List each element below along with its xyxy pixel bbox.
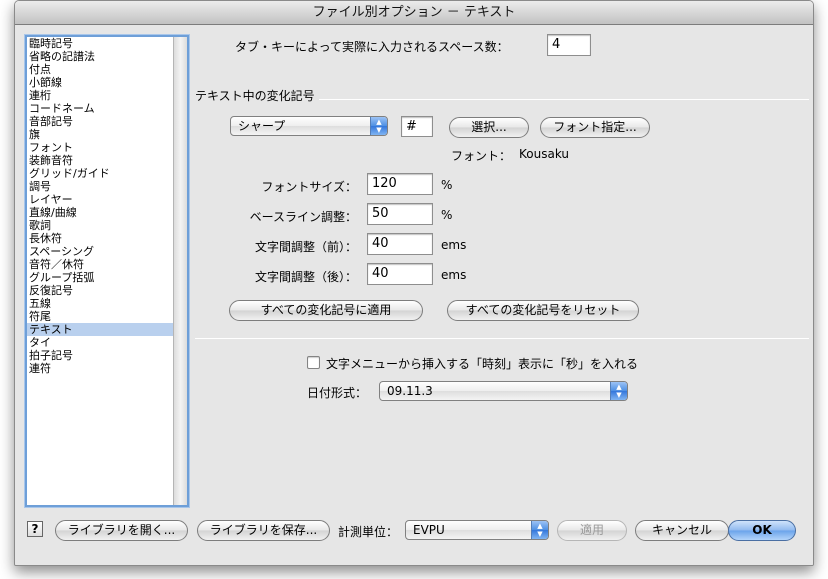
category-item[interactable]: スペーシング [27, 245, 173, 258]
help-button[interactable]: ? [27, 521, 43, 537]
cancel-button[interactable]: キャンセル [635, 520, 729, 541]
include-seconds-checkbox[interactable] [307, 356, 320, 369]
font-label: フォント： [451, 149, 512, 163]
category-list-items: 臨時記号 省略の記譜法 付点 小節線 連桁 コードネーム 音部記号旗フォント 装飾音符 グリッド… [27, 37, 173, 505]
dialog-content: 臨時記号 省略の記譜法 付点 小節線 連桁 コードネーム 音部記号旗フォント 装飾音符 グリッド… [15, 25, 813, 565]
chevron-updown-icon: ▲ ▼ [370, 117, 387, 135]
date-format-label: 日付形式： [307, 386, 368, 400]
units-value: EVPU [413, 523, 445, 537]
font-settings-button[interactable]: フォント指定... [540, 117, 650, 138]
category-item[interactable]: タイ [27, 336, 173, 349]
units-label: 計測単位： [338, 525, 399, 539]
baseline-unit: % [441, 208, 453, 222]
select-symbol-button[interactable]: 選択... [449, 117, 529, 138]
category-item[interactable]: 旗 [27, 128, 173, 141]
kern-after-input[interactable]: 40 [367, 263, 433, 285]
category-item[interactable]: 拍子記号 [27, 349, 173, 362]
accidental-type-value: シャープ [238, 119, 286, 133]
baseline-label: ベースライン調整： [249, 210, 357, 224]
accidental-type-select[interactable]: シャープ ▲ ▼ [230, 116, 388, 136]
category-item[interactable]: 五線 [27, 297, 173, 310]
category-item[interactable]: 省略の記譜法 [27, 50, 173, 63]
reset-all-accidentals-button[interactable]: すべての変化記号をリセット [447, 300, 639, 321]
category-item[interactable]: 連桁 [27, 89, 173, 102]
include-seconds-label: 文字メニューから挿入する「時刻」表示に「秒」を入れる [326, 357, 639, 371]
apply-button[interactable]: 適用 [557, 520, 627, 541]
category-item[interactable]: フォント [27, 141, 173, 154]
font-size-label: フォントサイズ： [261, 180, 357, 194]
font-size-input[interactable]: 120 [367, 173, 433, 195]
category-item[interactable]: 反復記号 [27, 284, 173, 297]
category-list[interactable]: 臨時記号 省略の記譜法 付点 小節線 連桁 コードネーム 音部記号旗フォント 装飾音符 グリッド… [25, 35, 189, 507]
category-item[interactable]: 調号 [27, 180, 173, 193]
category-item[interactable]: グループ括弧 [27, 271, 173, 284]
tab-spaces-label: タブ・キーによって実際に入力されるスペース数： [235, 40, 509, 54]
window-title: ファイル別オプション － テキスト [15, 1, 813, 25]
ok-button[interactable]: OK [728, 520, 796, 541]
category-item[interactable]: 音符／休符 [27, 258, 173, 271]
chevron-updown-icon: ▲ ▼ [531, 521, 548, 539]
baseline-input[interactable]: 50 [367, 203, 433, 225]
category-list-scrollbar[interactable] [173, 37, 187, 505]
kern-before-label: 文字間調整（前）： [254, 240, 357, 254]
category-item[interactable]: テキスト [27, 323, 173, 336]
tab-spaces-input[interactable]: 4 [547, 34, 591, 56]
category-item[interactable]: 連符 [27, 362, 173, 375]
category-item[interactable]: コードネーム [27, 102, 173, 115]
accidental-symbol-input[interactable]: # [401, 116, 433, 137]
category-item[interactable]: 付点 [27, 63, 173, 76]
font-name: Kousaku [519, 147, 570, 161]
category-item[interactable]: レイヤー [27, 193, 173, 206]
kern-before-input[interactable]: 40 [367, 233, 433, 255]
date-format-value: 09.11.3 [387, 384, 433, 398]
open-library-button[interactable]: ライブラリを開く... [55, 520, 188, 541]
kern-before-unit: ems [441, 238, 467, 252]
kern-after-unit: ems [441, 268, 467, 282]
kern-after-label: 文字間調整（後）： [254, 270, 357, 284]
category-item[interactable]: 音部記号 [27, 115, 173, 128]
font-size-unit: % [441, 178, 453, 192]
category-item[interactable]: 符尾 [27, 310, 173, 323]
apply-all-accidentals-button[interactable]: すべての変化記号に適用 [229, 300, 423, 321]
category-item[interactable]: 臨時記号 [27, 37, 173, 50]
chevron-updown-icon: ▲ ▼ [610, 382, 627, 400]
date-format-select[interactable]: 09.11.3 ▲ ▼ [379, 381, 628, 401]
units-select[interactable]: EVPU ▲ ▼ [405, 520, 549, 540]
category-item[interactable]: 装飾音符 [27, 154, 173, 167]
save-library-button[interactable]: ライブラリを保存... [197, 520, 330, 541]
category-item[interactable]: 歌詞 [27, 219, 173, 232]
category-item[interactable]: 直線/曲線 [27, 206, 173, 219]
section-divider-2 [195, 338, 809, 339]
category-item[interactable]: 小節線 [27, 76, 173, 89]
category-item[interactable]: グリッド/ガイド [27, 167, 173, 180]
accidentals-section-title: テキスト中の変化記号 [195, 87, 319, 104]
options-dialog: ファイル別オプション － テキスト 臨時記号 省略の記譜法 付点 小節線 連桁 コードネー… [14, 0, 814, 566]
category-item[interactable]: 長休符 [27, 232, 173, 245]
